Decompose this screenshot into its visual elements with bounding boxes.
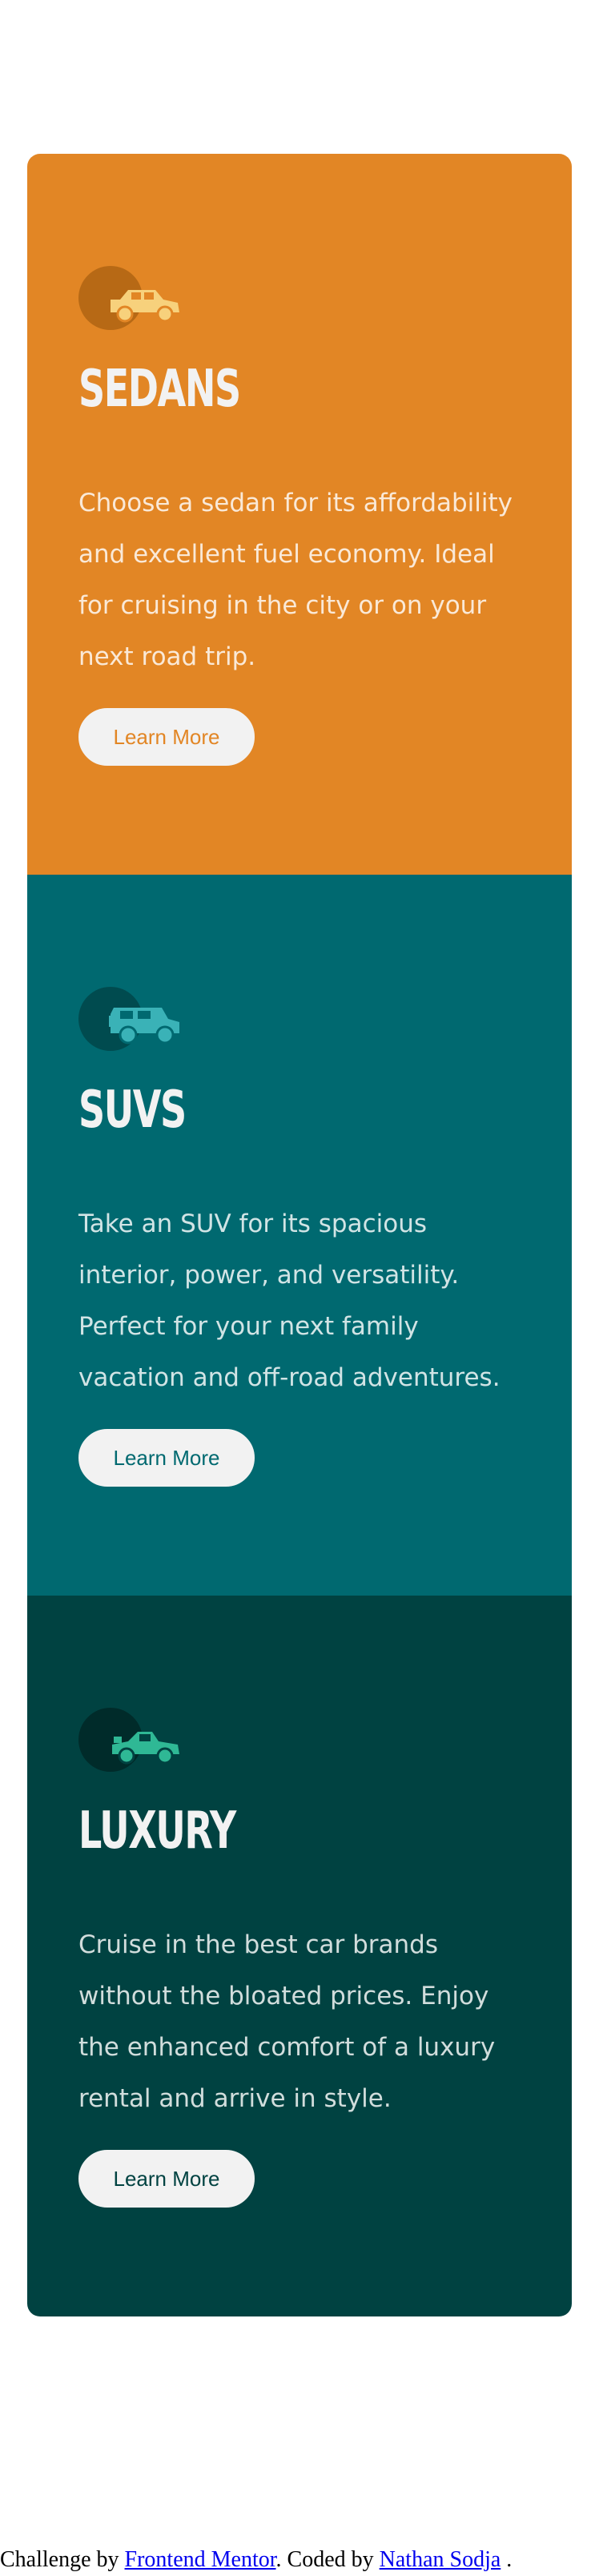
card-suvs: SUVS Take an SUV for its spacious interi…: [27, 875, 572, 1596]
card-container: SEDANS Choose a sedan for its affordabil…: [27, 154, 572, 2316]
card-sedans: SEDANS Choose a sedan for its affordabil…: [27, 154, 572, 875]
sedan-icon: [78, 266, 183, 330]
card-description: Cruise in the best car brands without th…: [78, 1930, 496, 2113]
learn-more-button[interactable]: Learn More: [78, 2150, 255, 2208]
card-title: SEDANS: [78, 360, 241, 419]
card-description: Take an SUV for its spacious interior, p…: [78, 1210, 501, 1392]
attribution-prefix: Challenge by: [0, 2547, 125, 2572]
author-link[interactable]: Nathan Sodja: [380, 2547, 501, 2572]
attribution-suffix: .: [506, 2547, 513, 2572]
card-luxury: LUXURY Cruise in the best car brands wit…: [27, 1596, 572, 2316]
attribution: Challenge by Frontend Mentor. Coded by N…: [0, 2544, 512, 2576]
frontend-mentor-link[interactable]: Frontend Mentor: [125, 2547, 276, 2572]
card-description: Choose a sedan for its affordability and…: [78, 489, 513, 671]
attribution-middle: . Coded by: [275, 2547, 380, 2572]
card-title: SUVS: [78, 1081, 187, 1140]
learn-more-button[interactable]: Learn More: [78, 1429, 255, 1487]
card-title: LUXURY: [78, 1801, 236, 1861]
learn-more-button[interactable]: Learn More: [78, 708, 255, 766]
suv-icon: [78, 987, 183, 1051]
luxury-car-icon: [78, 1708, 183, 1772]
